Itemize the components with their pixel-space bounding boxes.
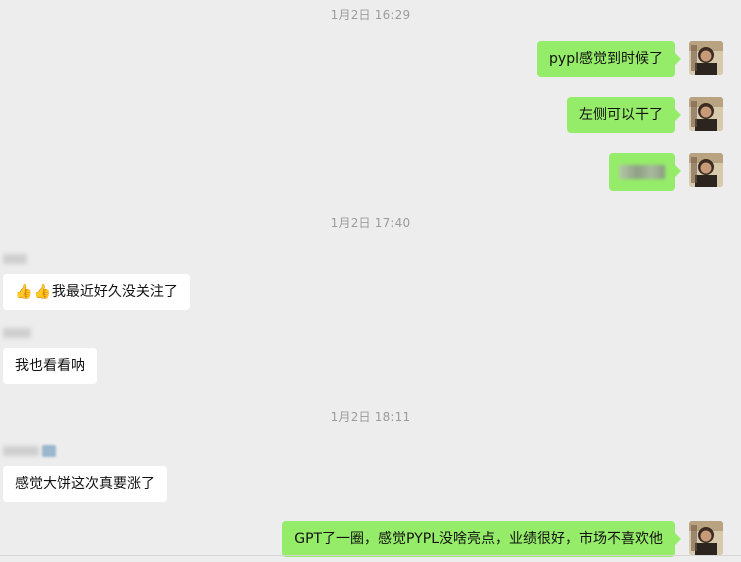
message-row-other-1: 👍👍我最近好久没关注了 — [3, 252, 190, 310]
message-row-self-4: GPT了一圈，感觉PYPL没啥亮点，业绩很好，市场不喜欢他 — [282, 521, 723, 557]
message-bubble-self[interactable]: GPT了一圈，感觉PYPL没啥亮点，业绩很好，市场不喜欢他 — [282, 521, 681, 557]
sender-name-redacted — [3, 444, 167, 458]
sender-name-redacted — [3, 326, 97, 340]
avatar-self[interactable] — [689, 97, 723, 131]
avatar-self[interactable] — [689, 41, 723, 75]
message-bubble-self[interactable]: pypl感觉到时候了 — [537, 41, 681, 77]
message-row-self-1: pypl感觉到时候了 — [537, 41, 723, 77]
message-bubble-other[interactable]: 👍👍我最近好久没关注了 — [3, 274, 190, 310]
message-row-self-2: 左侧可以干了 — [567, 97, 723, 133]
message-bubble-self-redacted[interactable] — [609, 153, 681, 191]
thumbs-up-icon: 👍 — [33, 284, 51, 300]
timestamp-2: 1月2日 17:40 — [330, 216, 411, 230]
message-bubble-other[interactable]: 我也看看呐 — [3, 348, 97, 384]
timestamp-1: 1月2日 16:29 — [330, 8, 411, 22]
sender-name-redacted — [3, 252, 190, 266]
input-area-divider — [0, 555, 741, 556]
message-text: 我最近好久没关注了 — [51, 284, 178, 300]
redacted-content — [619, 165, 665, 179]
message-bubble-other[interactable]: 感觉大饼这次真要涨了 — [3, 466, 167, 502]
avatar-self[interactable] — [689, 521, 723, 555]
message-row-other-2: 我也看看呐 — [3, 326, 97, 384]
timestamp-3: 1月2日 18:11 — [330, 410, 411, 424]
message-row-self-3 — [609, 153, 723, 191]
message-row-other-3: 感觉大饼这次真要涨了 — [3, 444, 167, 502]
chat-history-panel[interactable]: 1月2日 16:29 pypl感觉到时候了 左侧可以干了 1月2日 17:40 … — [0, 0, 741, 562]
avatar-self[interactable] — [689, 153, 723, 187]
message-bubble-self[interactable]: 左侧可以干了 — [567, 97, 681, 133]
thumbs-up-icon: 👍 — [15, 284, 33, 300]
